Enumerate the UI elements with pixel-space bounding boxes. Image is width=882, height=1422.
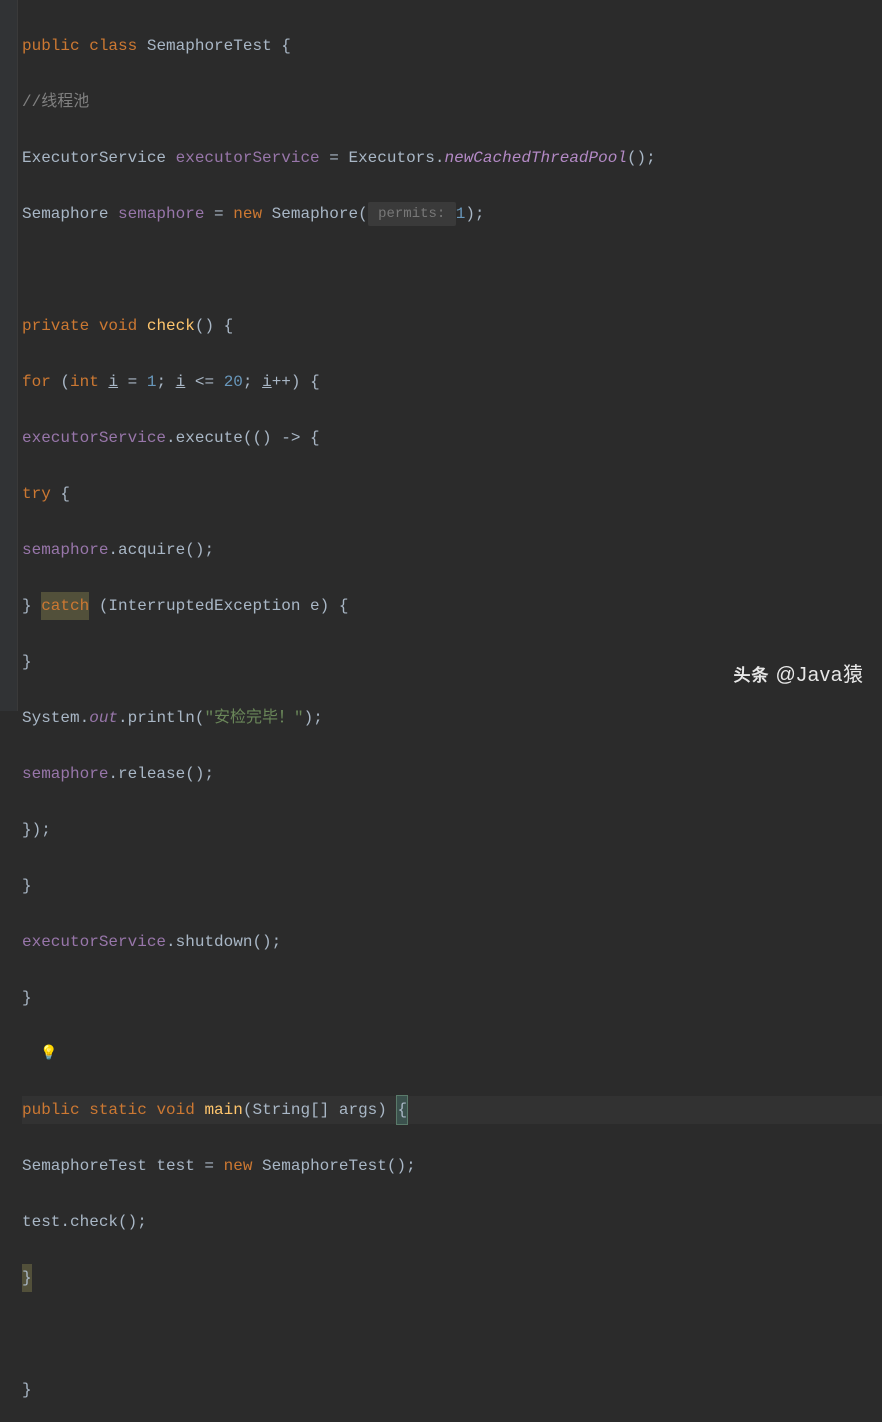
number: 1 [147,368,157,396]
variable: i [176,368,186,396]
class-name: SemaphoreTest [147,32,272,60]
code-line: test.check(); [22,1208,882,1236]
code-line: Semaphore semaphore = new Semaphore( per… [22,200,882,228]
keyword: new [224,1152,253,1180]
keyword: public [22,1096,80,1124]
param-hint: permits: [368,202,456,227]
keyword: int [70,368,99,396]
code-line: executorService.execute(() -> { [22,424,882,452]
type: Semaphore [22,200,118,228]
field: semaphore [22,536,108,564]
brace: { [272,32,291,60]
code-line: try { [22,480,882,508]
code-line: public class SemaphoreTest { [22,32,882,60]
comment: //线程池 [22,88,89,116]
field: out [89,704,118,732]
keyword: void [156,1096,194,1124]
field: semaphore [118,200,204,228]
method-name: main [204,1096,242,1124]
field: executorService [22,424,166,452]
variable: i [262,368,272,396]
watermark-logo: 头条 [733,661,769,691]
code-line: } catch (InterruptedException e) { [22,592,882,620]
code-line: ExecutorService executorService = Execut… [22,144,882,172]
code-line: } [22,984,882,1012]
code-line: semaphore.release(); [22,760,882,788]
number: 1 [456,200,466,228]
code-line: semaphore.acquire(); [22,536,882,564]
method-name: check [147,312,195,340]
brace-match: { [396,1095,408,1125]
method-call: newCachedThreadPool [445,144,627,172]
keyword: static [89,1096,147,1124]
code-line: } [22,1264,882,1292]
keyword: try [22,480,51,508]
keyword: class [89,32,137,60]
keyword: void [99,312,137,340]
code-line: SemaphoreTest test = new SemaphoreTest()… [22,1152,882,1180]
field: semaphore [22,760,108,788]
number: 20 [224,368,243,396]
code-line: //线程池 [22,88,882,116]
brace-match: } [22,1264,32,1292]
keyword: for [22,368,51,396]
string: "安检完毕！" [204,704,303,732]
watermark-text: @Java猿 [775,658,864,693]
code-line [22,1320,882,1348]
editor-gutter [0,0,18,711]
intention-bulb-icon[interactable]: 💡 [40,1042,57,1067]
code-line: 💡 [22,1040,882,1068]
keyword: catch [41,592,89,620]
code-line: } [22,1376,882,1404]
variable: i [108,368,118,396]
field: executorService [176,144,320,172]
code-line: private void check() { [22,312,882,340]
watermark: 头条 @Java猿 [733,658,864,693]
code-line: for (int i = 1; i <= 20; i++) { [22,368,882,396]
code-line: } [22,872,882,900]
field: executorService [22,928,166,956]
code-line: executorService.shutdown(); [22,928,882,956]
keyword: public [22,32,80,60]
code-line [22,256,882,284]
keyword: private [22,312,89,340]
code-line: public static void main(String[] args) { [22,1096,882,1124]
type: Executors [348,144,434,172]
code-line: }); [22,816,882,844]
code-editor[interactable]: public class SemaphoreTest { //线程池 Execu… [0,4,882,1422]
code-line: System.out.println("安检完毕！"); [22,704,882,732]
keyword: new [233,200,262,228]
type: ExecutorService [22,144,176,172]
